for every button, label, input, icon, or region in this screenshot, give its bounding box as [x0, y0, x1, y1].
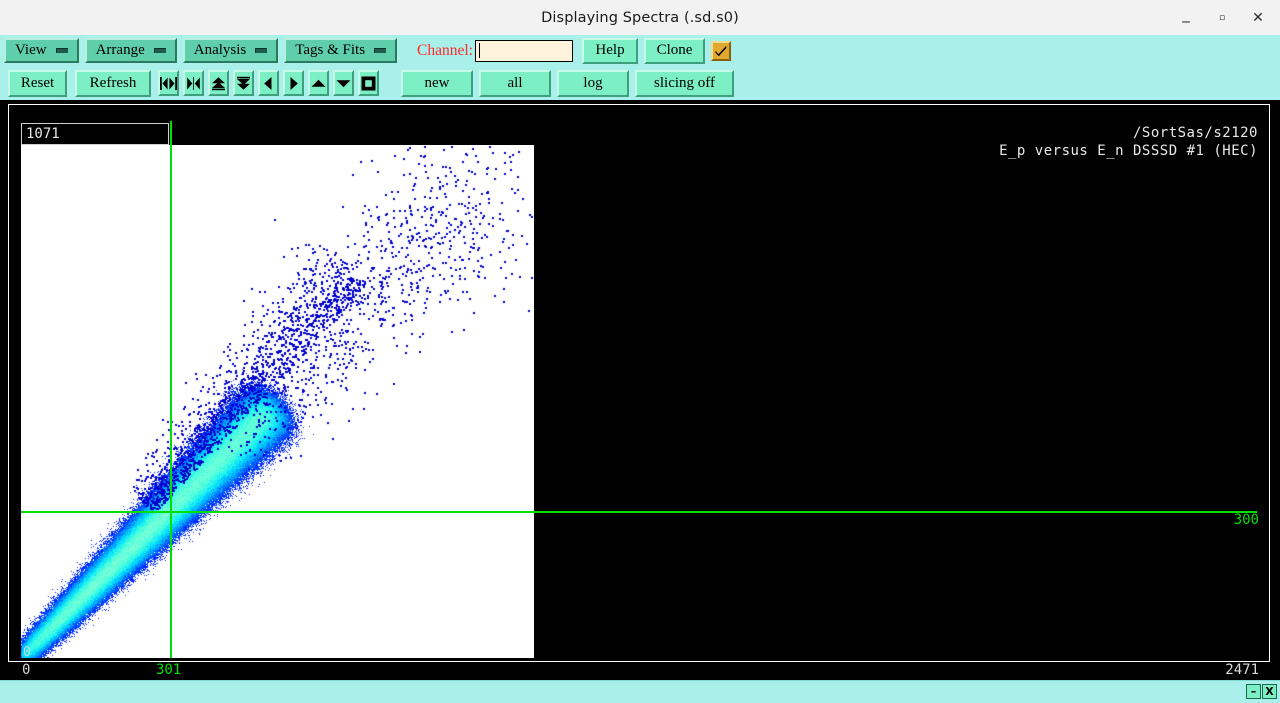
reset-button[interactable]: Reset	[8, 70, 67, 97]
dash-indicator-icon	[56, 48, 68, 53]
menu-view[interactable]: View	[4, 38, 79, 63]
x-min-label: 0	[22, 662, 30, 678]
menu-analysis-label: Analysis	[194, 42, 247, 59]
channel-label: Channel:	[417, 42, 473, 60]
expand-up-double-button[interactable]	[208, 70, 229, 96]
toggle-checkbox[interactable]	[711, 41, 731, 61]
channel-input[interactable]	[475, 40, 573, 62]
menu-analysis[interactable]: Analysis	[183, 38, 279, 63]
arrow-left-icon	[260, 76, 277, 91]
arrow-right-icon	[285, 76, 302, 91]
stop-square-button[interactable]	[358, 70, 379, 96]
arrow-up-button[interactable]	[308, 70, 329, 96]
maximize-icon[interactable]: ▫	[1204, 0, 1240, 35]
close-icon[interactable]: ✕	[1240, 0, 1276, 35]
histogram-image[interactable]	[21, 145, 534, 658]
collapse-horizontal-icon	[160, 76, 177, 91]
panel-origin-label: 0	[23, 645, 31, 658]
menu-tags-and-fits-label: Tags & Fits	[295, 42, 365, 59]
action-toolbar: Reset Refresh	[0, 66, 1280, 100]
arrow-down-icon	[335, 76, 352, 91]
menu-tags-and-fits[interactable]: Tags & Fits	[284, 38, 397, 63]
status-bar-controls: – X	[1246, 684, 1277, 699]
x-cursor-label: 301	[156, 662, 181, 678]
expand-horizontal-button[interactable]	[183, 70, 204, 96]
help-button[interactable]: Help	[582, 38, 638, 64]
spectrum-path-label: /SortSas/s2120	[999, 124, 1258, 142]
slicing-toggle-button[interactable]: slicing off	[635, 70, 734, 97]
x-max-label: 2471	[1225, 662, 1259, 678]
cursor-horizontal-line[interactable]	[21, 511, 1257, 513]
stop-square-icon	[360, 76, 377, 91]
title-bar: Displaying Spectra (.sd.s0) _ ▫ ✕	[0, 0, 1280, 36]
new-button[interactable]: new	[401, 70, 473, 97]
menu-view-label: View	[15, 42, 47, 59]
expand-horizontal-icon	[185, 76, 202, 91]
histogram-panel[interactable]: 0	[21, 145, 534, 658]
cursor-vertical-line[interactable]	[170, 121, 172, 658]
counter-readout: 1071	[21, 123, 169, 145]
all-button[interactable]: all	[479, 70, 551, 97]
dash-indicator-icon	[255, 48, 267, 53]
dash-indicator-icon	[154, 48, 166, 53]
spectrum-title-label: E_p versus E_n DSSSD #1 (HEC)	[999, 142, 1258, 160]
spectrum-header: /SortSas/s2120 E_p versus E_n DSSSD #1 (…	[999, 124, 1258, 160]
clone-button[interactable]: Clone	[644, 38, 705, 64]
arrow-up-icon	[310, 76, 327, 91]
minimize-icon[interactable]: _	[1168, 0, 1204, 39]
arrow-down-button[interactable]	[333, 70, 354, 96]
expand-down-double-button[interactable]	[233, 70, 254, 96]
expand-up-double-icon	[210, 76, 227, 91]
menu-toolbar: View Arrange Analysis Tags & Fits Channe…	[0, 35, 1280, 66]
refresh-button[interactable]: Refresh	[75, 70, 151, 97]
expand-down-double-icon	[235, 76, 252, 91]
status-close-button[interactable]: X	[1262, 684, 1277, 699]
application-window: Displaying Spectra (.sd.s0) _ ▫ ✕ View A…	[0, 0, 1280, 702]
arrow-right-button[interactable]	[283, 70, 304, 96]
window-title: Displaying Spectra (.sd.s0)	[541, 10, 739, 26]
status-minimize-button[interactable]: –	[1246, 684, 1261, 699]
text-caret-icon	[479, 43, 480, 58]
check-icon	[714, 44, 728, 58]
menu-arrange-label: Arrange	[96, 42, 145, 59]
status-bar: – X	[0, 680, 1280, 703]
arrow-left-button[interactable]	[258, 70, 279, 96]
log-button[interactable]: log	[557, 70, 629, 97]
dash-indicator-icon	[374, 48, 386, 53]
menu-arrange[interactable]: Arrange	[85, 38, 177, 63]
window-controls: _ ▫ ✕	[1168, 0, 1276, 35]
collapse-horizontal-button[interactable]	[158, 70, 179, 96]
y-cursor-label: 300	[1234, 512, 1259, 528]
